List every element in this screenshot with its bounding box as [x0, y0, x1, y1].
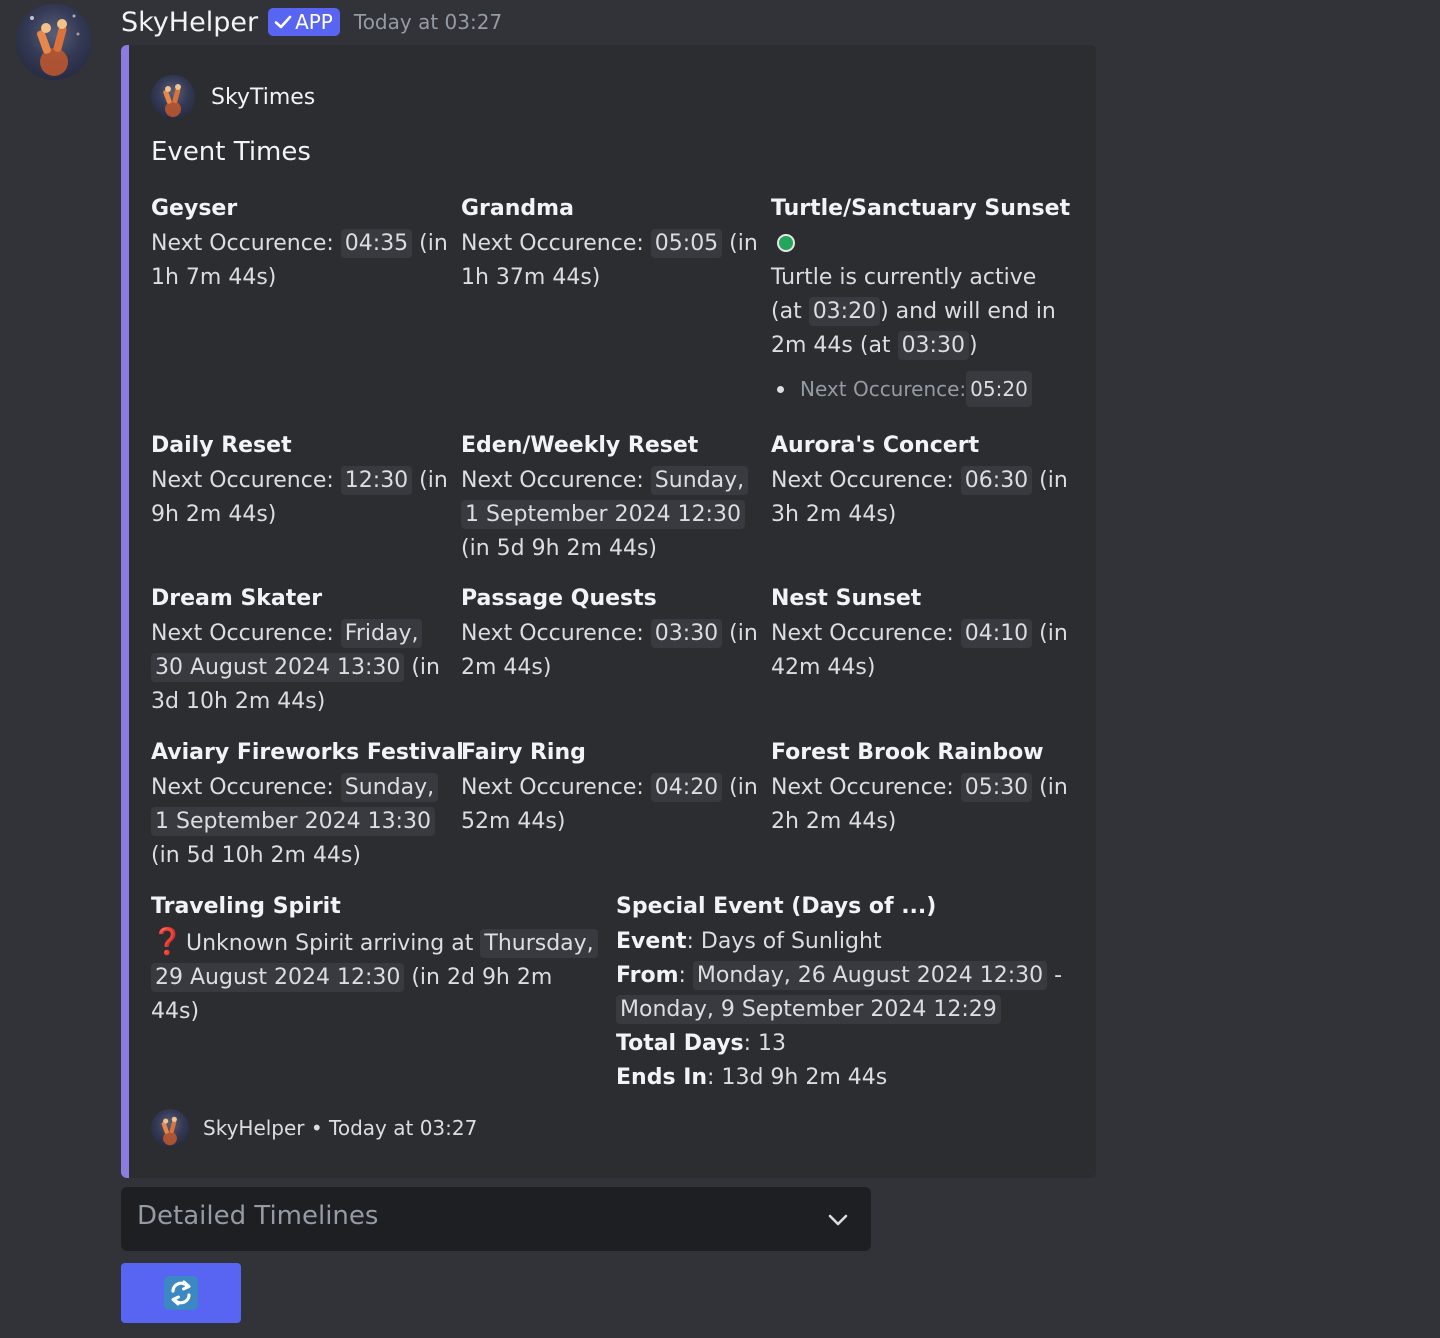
field-value: Event: Days of Sunlight From: Monday, 26…	[616, 925, 1071, 1095]
field-value: ❓ Unknown Spirit arriving at Thursday, 2…	[151, 925, 601, 1029]
author-avatar	[151, 75, 195, 119]
field-name: Grandma	[461, 196, 574, 221]
event-line: Event: Days of Sunlight	[616, 929, 882, 954]
refresh-button[interactable]	[121, 1263, 241, 1323]
field-value: Next Occurence: 04:20 (in 52m 44s)	[461, 773, 758, 834]
field-eden-weekly-reset: Eden/Weekly Reset Next Occurence: Sunday…	[461, 432, 761, 566]
field-daily-reset: Daily Reset Next Occurence: 12:30 (in 9h…	[151, 432, 451, 532]
field-name: Aviary Fireworks Festival	[151, 740, 464, 765]
footer-avatar	[151, 1109, 189, 1147]
field-passage-quests: Passage Quests Next Occurence: 03:30 (in…	[461, 585, 761, 685]
message-header: SkyHelper APP Today at 03:27	[121, 2, 502, 42]
field-value: Next Occurence: 06:30 (in 3h 2m 44s)	[771, 466, 1068, 527]
time-code: 05:30	[960, 773, 1033, 802]
field-value: Next Occurence: 04:10 (in 42m 44s)	[771, 619, 1068, 680]
field-value: Next Occurence: Sunday, 1 September 2024…	[151, 771, 451, 873]
time-code: 12:30	[340, 466, 413, 495]
field-value: Next Occurence: Sunday, 1 September 2024…	[461, 464, 761, 566]
field-name: Geyser	[151, 196, 238, 221]
question-mark-icon: ❓	[151, 927, 184, 957]
field-name: Traveling Spirit	[151, 894, 341, 919]
field-value: Next Occurence: 05:05 (in 1h 37m 44s)	[461, 229, 758, 290]
field-value: Next Occurence: 12:30 (in 9h 2m 44s)	[151, 466, 448, 527]
time-code: 04:35	[340, 229, 413, 258]
field-value: Next Occurence: 05:30 (in 2h 2m 44s)	[771, 773, 1068, 834]
field-name: Dream Skater	[151, 586, 323, 611]
select-placeholder: Detailed Timelines	[137, 1201, 379, 1231]
from-line: From: Monday, 26 August 2024 12:30 - Mon…	[616, 961, 1063, 1024]
field-grandma: Grandma Next Occurence: 05:05 (in 1h 37m…	[461, 195, 761, 295]
field-auroras-concert: Aurora's Concert Next Occurence: 06:30 (…	[771, 432, 1071, 532]
field-nest-sunset: Nest Sunset Next Occurence: 04:10 (in 42…	[771, 585, 1071, 685]
field-value: Next Occurence: Friday, 30 August 2024 1…	[151, 619, 440, 714]
message-timestamp[interactable]: Today at 03:27	[354, 10, 502, 34]
checkmark-icon	[274, 15, 292, 29]
field-geyser: Geyser Next Occurence: 04:35 (in 1h 7m 4…	[151, 195, 451, 295]
bullet-icon	[777, 385, 784, 393]
footer-text: SkyHelper • Today at 03:27	[203, 1116, 478, 1140]
field-value: Next Occurence: 04:35 (in 1h 7m 44s)	[151, 229, 448, 290]
app-badge: APP	[268, 8, 340, 36]
field-dream-skater: Dream Skater Next Occurence: Friday, 30 …	[151, 585, 451, 719]
field-forest-brook-rainbow: Forest Brook Rainbow Next Occurence: 05:…	[771, 739, 1071, 839]
field-turtle-sunset: Turtle/Sanctuary Sunset Turtle is curren…	[771, 195, 1071, 407]
time-code: Monday, 9 September 2024 12:29	[616, 995, 1001, 1024]
field-traveling-spirit: Traveling Spirit ❓ Unknown Spirit arrivi…	[151, 893, 601, 1029]
chevron-down-icon	[828, 1214, 848, 1226]
embed-footer: SkyHelper • Today at 03:27	[151, 1109, 477, 1147]
field-name: Passage Quests	[461, 586, 657, 611]
embed-title: Event Times	[151, 137, 311, 167]
time-code: 06:30	[960, 466, 1033, 495]
field-name: Nest Sunset	[771, 586, 922, 611]
time-code: 04:10	[960, 619, 1033, 648]
total-days-line: Total Days: 13	[616, 1031, 787, 1056]
next-occurence-subtext: Next Occurence: 05:20	[771, 371, 1071, 407]
time-code: Monday, 26 August 2024 12:30	[692, 961, 1048, 990]
field-value: Turtle is currently active (at 03:20) an…	[771, 265, 1056, 360]
field-value: Next Occurence: 03:30 (in 2m 44s)	[461, 619, 758, 680]
detailed-timelines-select[interactable]: Detailed Timelines	[121, 1187, 871, 1251]
green-circle-icon	[777, 234, 795, 252]
bot-avatar[interactable]	[16, 4, 92, 80]
time-code: 05:05	[650, 229, 723, 258]
field-name: Turtle/Sanctuary Sunset	[771, 196, 1071, 221]
field-fairy-ring: Fairy Ring Next Occurence: 04:20 (in 52m…	[461, 739, 761, 839]
field-name: Special Event (Days of ...)	[616, 894, 937, 919]
embed-author: SkyTimes	[151, 75, 315, 119]
time-code: 05:20	[966, 371, 1032, 407]
field-name: Eden/Weekly Reset	[461, 433, 699, 458]
app-badge-label: APP	[295, 10, 333, 34]
event-times-embed: SkyTimes Event Times Geyser Next Occuren…	[121, 45, 1096, 1178]
field-name: Fairy Ring	[461, 740, 586, 765]
time-code: 03:20	[808, 297, 881, 326]
username[interactable]: SkyHelper	[121, 7, 258, 38]
time-code: 04:20	[650, 773, 723, 802]
ends-in-line: Ends In: 13d 9h 2m 44s	[616, 1065, 888, 1090]
field-aviary-fireworks: Aviary Fireworks Festival Next Occurence…	[151, 739, 464, 873]
embed-author-name: SkyTimes	[211, 84, 316, 110]
time-code: 03:30	[897, 331, 969, 360]
field-name: Daily Reset	[151, 433, 292, 458]
field-name: Forest Brook Rainbow	[771, 740, 1044, 765]
field-special-event: Special Event (Days of ...) Event: Days …	[616, 893, 1071, 1095]
refresh-icon	[164, 1276, 198, 1310]
time-code: 03:30	[650, 619, 723, 648]
field-name: Aurora's Concert	[771, 433, 980, 458]
